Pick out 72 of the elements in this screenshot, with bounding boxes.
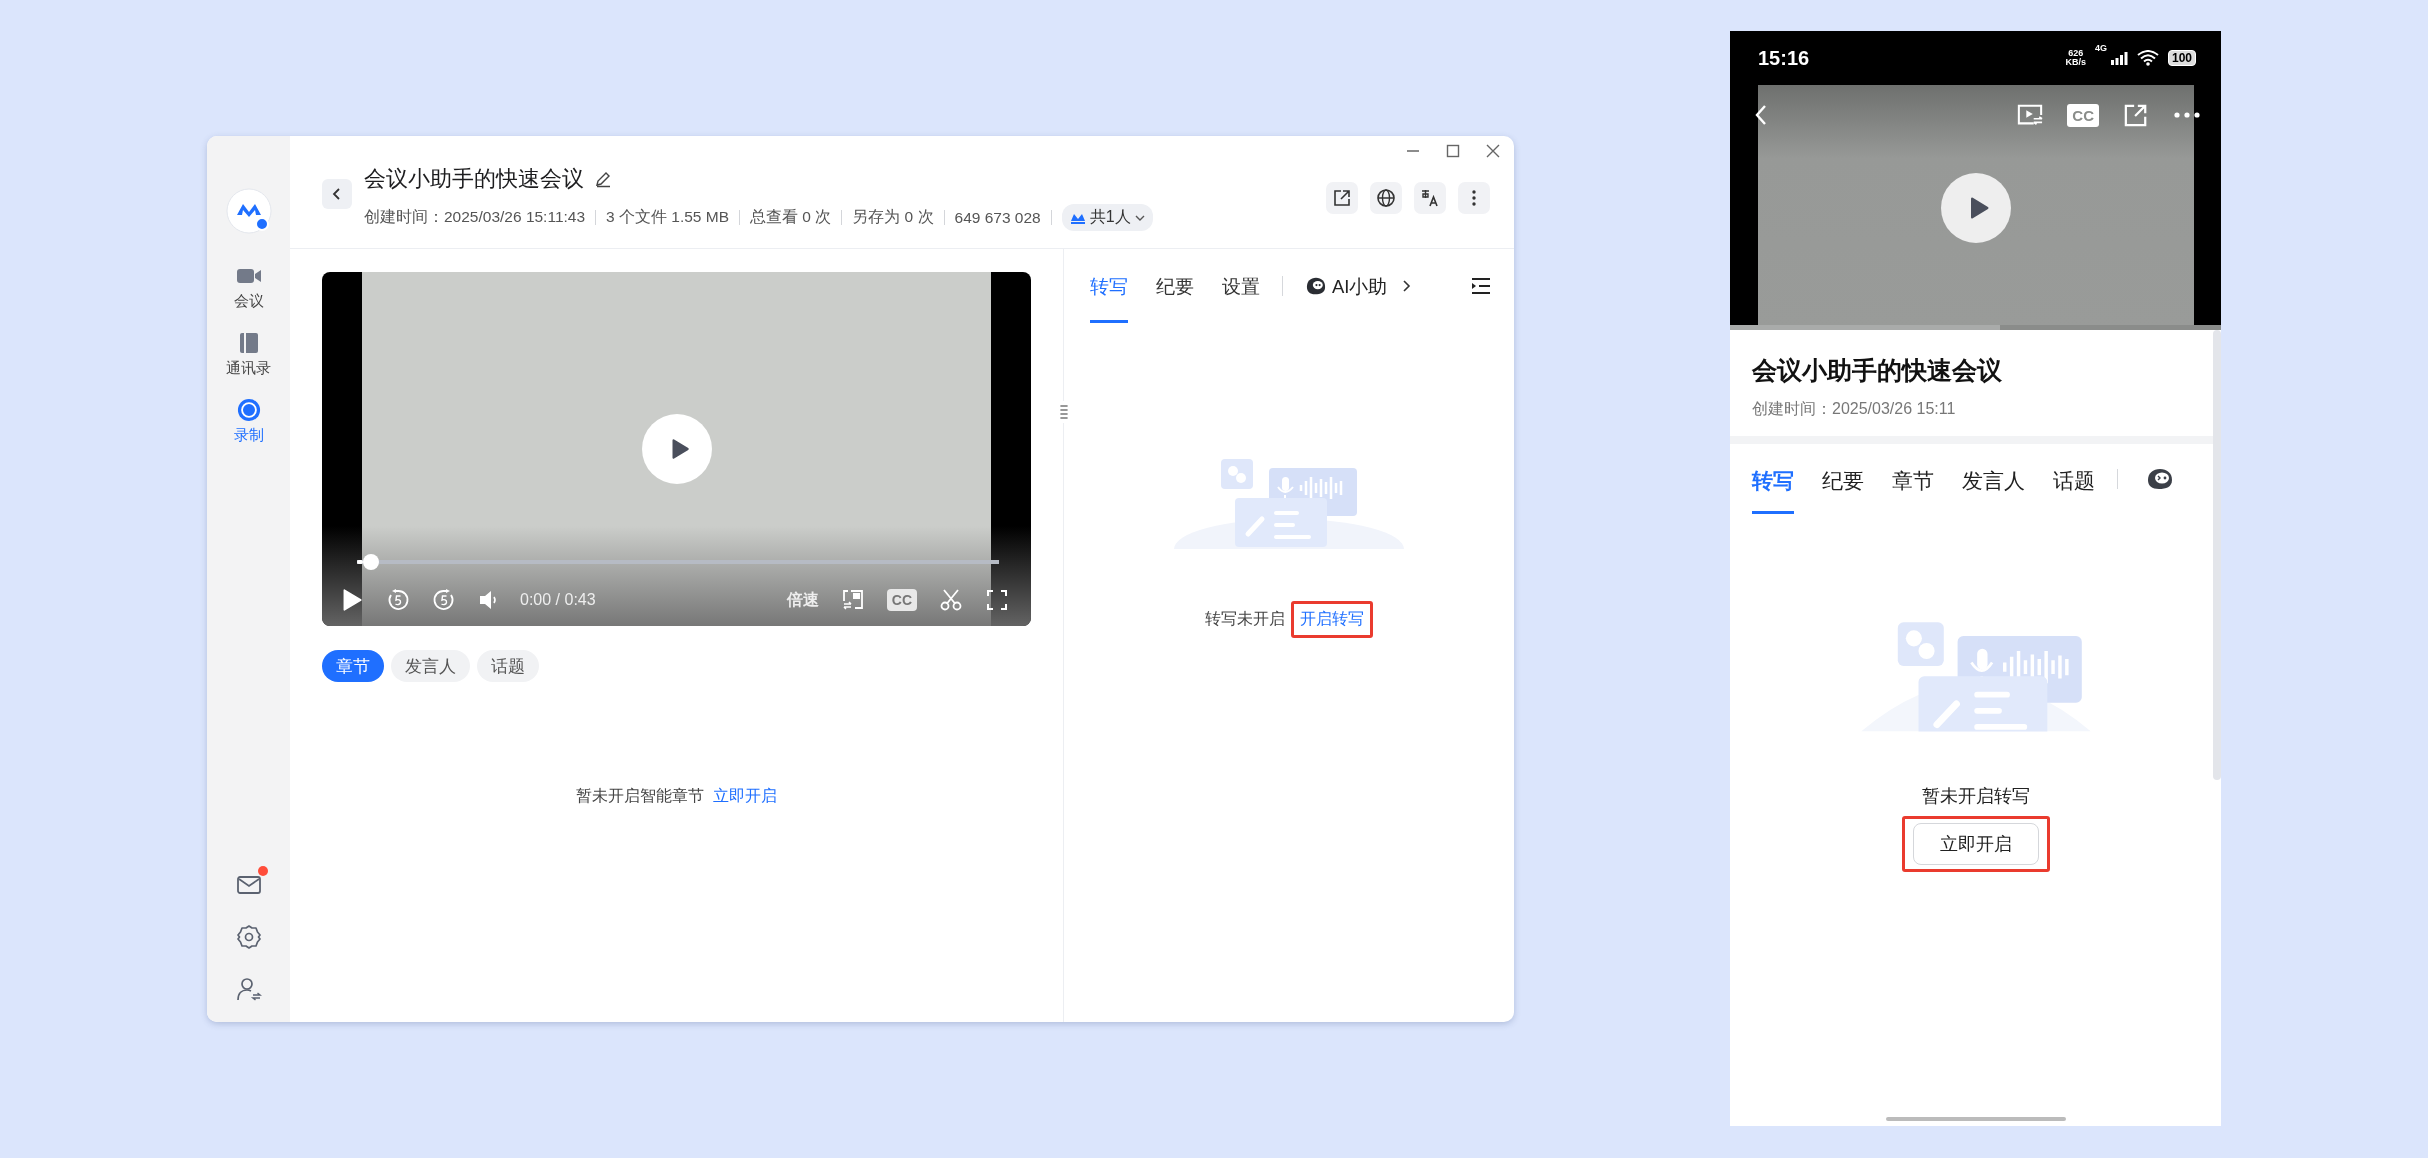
maximize-icon[interactable] [1446,144,1460,158]
app-logo[interactable] [225,188,272,234]
scrollbar[interactable] [2213,330,2221,780]
filter-chip[interactable]: 发言人 [391,650,470,682]
network-type: 4G [2094,43,2107,53]
progress-handle[interactable] [363,554,380,570]
meta-text: 3 个文件 1.55 MB [606,207,730,227]
scissors-icon[interactable] [939,588,963,612]
network-speed-unit: KB/s [2065,58,2086,67]
chevron-left-icon [331,186,343,201]
meta-text: 另存为 0 次 [852,207,934,227]
switch-user-icon[interactable] [235,976,262,1002]
more-icon[interactable] [2173,111,2201,119]
share-scope-button[interactable]: 共1人 [1061,204,1153,231]
fullscreen-icon[interactable] [985,588,1009,612]
picture-in-picture-icon[interactable] [840,588,865,612]
playback-time: 0:00 / 0:43 [520,591,596,609]
clock: 15:16 [1758,46,1810,70]
captions-button[interactable]: CC [886,589,917,611]
close-icon[interactable] [1486,144,1500,158]
empty-message: 转写未开启 [1205,609,1285,629]
more-icon [1472,189,1476,206]
forward-icon[interactable] [432,588,456,612]
share-out-icon[interactable] [2123,103,2149,127]
enable-transcript-link[interactable]: 开启转写 [1291,601,1373,638]
sidebar-item[interactable]: 录制 [226,394,271,449]
translate-icon [1420,187,1440,208]
caret-icon [1134,213,1145,222]
sidebar-item[interactable]: 会议 [226,260,271,315]
filter-chip[interactable]: 话题 [477,650,539,682]
globe-icon [1376,187,1396,208]
network-speed: 626 [2068,49,2084,58]
panel-tab[interactable]: 纪要 [1156,249,1194,323]
share-out-button[interactable] [1326,181,1358,214]
battery-level: 100 [2167,50,2196,66]
created-time: 创建时间：2025/03/26 15:11 [1752,399,1957,419]
panel-tab[interactable]: 转写 [1752,444,1794,514]
meeting-title: 会议小助手的快速会议 [364,165,584,193]
panel-tab[interactable]: 设置 [1222,249,1260,323]
panel-tab[interactable]: 纪要 [1822,444,1864,514]
translate-button[interactable] [1414,181,1446,214]
empty-message: 暂未开启智能章节 [575,786,704,806]
record-icon [235,398,262,422]
wifi-icon [2136,50,2159,66]
panel-tab[interactable]: 话题 [2053,444,2095,514]
panel-tab[interactable]: 章节 [1892,444,1934,514]
enable-now-button[interactable]: 立即开启 [1912,823,2039,865]
robot-icon [1305,276,1327,296]
assistant-tab[interactable]: AI小助 [1305,273,1388,299]
meta-text: 649 673 028 [954,208,1041,227]
more-button[interactable] [1458,181,1490,214]
empty-message: 暂未开启转写 [1921,785,2030,808]
edit-icon[interactable] [594,170,612,188]
meta-text: 创建时间：2025/03/26 15:11:43 [364,207,586,227]
back-icon[interactable] [1754,104,1768,126]
meta-text: 总查看 0 次 [750,207,832,227]
enable-link[interactable]: 立即开启 [712,786,777,807]
panel-tab[interactable]: 转写 [1090,249,1128,323]
share-out-icon [1332,187,1352,208]
filter-chip[interactable]: 章节 [322,650,384,682]
globe-button[interactable] [1370,181,1402,214]
rewind-icon[interactable] [386,588,410,612]
signal-icon [2109,51,2128,65]
chevron-right-icon[interactable] [1401,279,1412,293]
robot-icon[interactable] [2146,467,2174,491]
sidebar-item[interactable]: 通讯录 [226,327,271,382]
picture-in-picture-icon[interactable] [2017,103,2044,127]
back-button[interactable] [322,178,352,209]
meeting-title: 会议小助手的快速会议 [1752,355,2003,386]
settings-icon[interactable] [235,924,262,950]
panel-tab[interactable]: 发言人 [1962,444,2025,514]
collapse-panel-icon[interactable] [1470,277,1492,295]
